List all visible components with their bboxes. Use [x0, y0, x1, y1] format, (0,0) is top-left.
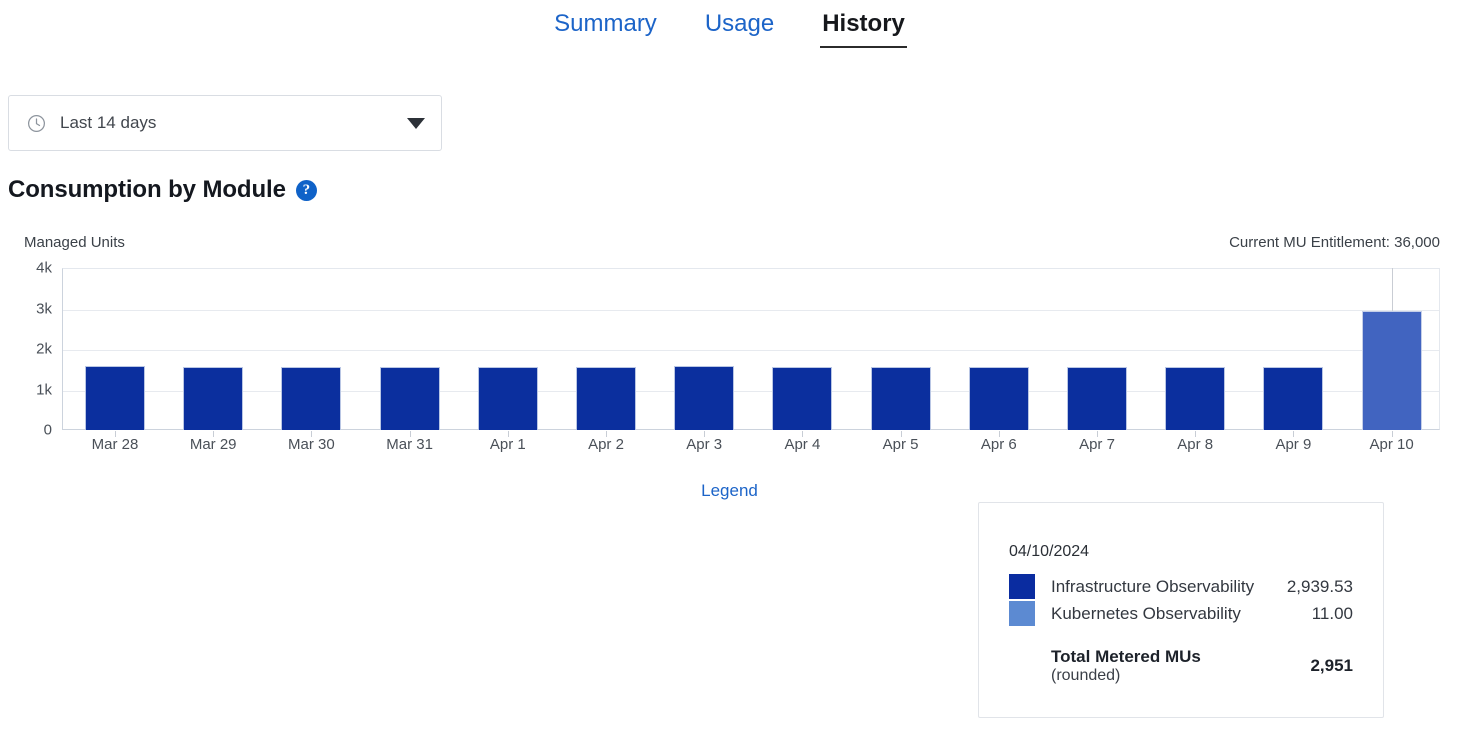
x-axis-tick-label: Apr 6 — [980, 436, 1017, 453]
y-axis-tick-label: 2k — [36, 340, 52, 358]
chart-tooltip: 04/10/2024 Infrastructure Observability … — [978, 502, 1384, 718]
tooltip-series-value: 2,939.53 — [1286, 576, 1353, 596]
bar-mar-28[interactable] — [85, 366, 145, 430]
x-axis-tick-label: Apr 1 — [489, 436, 526, 453]
x-axis-tick-label: Apr 10 — [1369, 436, 1414, 453]
tooltip-row: Infrastructure Observability 2,939.53 — [1009, 573, 1353, 600]
tooltip-date: 04/10/2024 — [1009, 543, 1090, 560]
legend-swatch-kubernetes-observability — [1009, 601, 1035, 626]
bar-apr-5[interactable] — [871, 366, 931, 430]
bar-apr-3[interactable] — [674, 366, 734, 430]
bar-apr-2[interactable] — [576, 366, 636, 430]
y-axis-tick-label: 0 — [43, 421, 52, 439]
x-axis-tick-label: Mar 30 — [288, 436, 335, 453]
tooltip-total-label: Total Metered MUs (rounded) — [1051, 647, 1310, 685]
tooltip-series-value: 11.00 — [1311, 603, 1353, 623]
y-axis-tick-label: 3k — [36, 300, 52, 317]
bar-apr-4[interactable] — [772, 366, 832, 430]
bar-apr-10[interactable] — [1362, 310, 1422, 430]
x-axis-tick-label: Apr 9 — [1275, 436, 1312, 453]
x-axis-tick-label: Apr 5 — [882, 436, 919, 453]
x-axis-tick-label: Apr 2 — [588, 436, 624, 453]
tooltip-total-value: 2,951 — [1310, 656, 1353, 675]
x-axis-tick-label: Mar 31 — [386, 436, 433, 453]
mu-entitlement-label: Current MU Entitlement: 36,000 — [1229, 234, 1440, 251]
tooltip-series-name: Infrastructure Observability — [1051, 576, 1255, 596]
x-axis-tick-label: Apr 3 — [686, 436, 723, 453]
y-axis-tick-label: 4k — [36, 259, 52, 277]
bar-apr-7[interactable] — [1067, 366, 1127, 430]
tooltip-series-name: Kubernetes Observability — [1051, 603, 1241, 623]
tooltip-row: Kubernetes Observability 11.00 — [1009, 600, 1353, 627]
legend-swatch-infrastructure-observability — [1009, 574, 1035, 599]
x-axis-tick-label: Apr 4 — [784, 436, 821, 453]
x-axis-tick-label: Mar 29 — [189, 436, 237, 453]
bar-mar-30[interactable] — [281, 366, 341, 430]
bar-apr-1[interactable] — [478, 367, 538, 430]
legend-toggle[interactable]: Legend — [0, 481, 1459, 501]
legend-toggle-label[interactable]: Legend — [701, 481, 758, 500]
tooltip-total-row: Total Metered MUs (rounded) 2,951 — [1009, 647, 1353, 685]
x-axis-tick-label: Mar 28 — [91, 436, 139, 453]
tooltip-total-subtitle: (rounded) — [1051, 667, 1121, 684]
bar-apr-9[interactable] — [1263, 367, 1323, 430]
x-axis-tick-label: Apr 7 — [1079, 436, 1115, 453]
bar-apr-8[interactable] — [1165, 367, 1225, 430]
bar-apr-6[interactable] — [969, 366, 1029, 430]
bar-mar-29[interactable] — [183, 366, 243, 430]
bar-series-container — [62, 268, 1440, 430]
y-axis-title: Managed Units — [24, 234, 125, 251]
bar-mar-31[interactable] — [380, 366, 440, 430]
x-axis-tick-label: Apr 8 — [1177, 436, 1214, 453]
y-axis-tick-label: 1k — [36, 381, 52, 398]
tooltip-total-title: Total Metered MUs — [1051, 647, 1201, 666]
